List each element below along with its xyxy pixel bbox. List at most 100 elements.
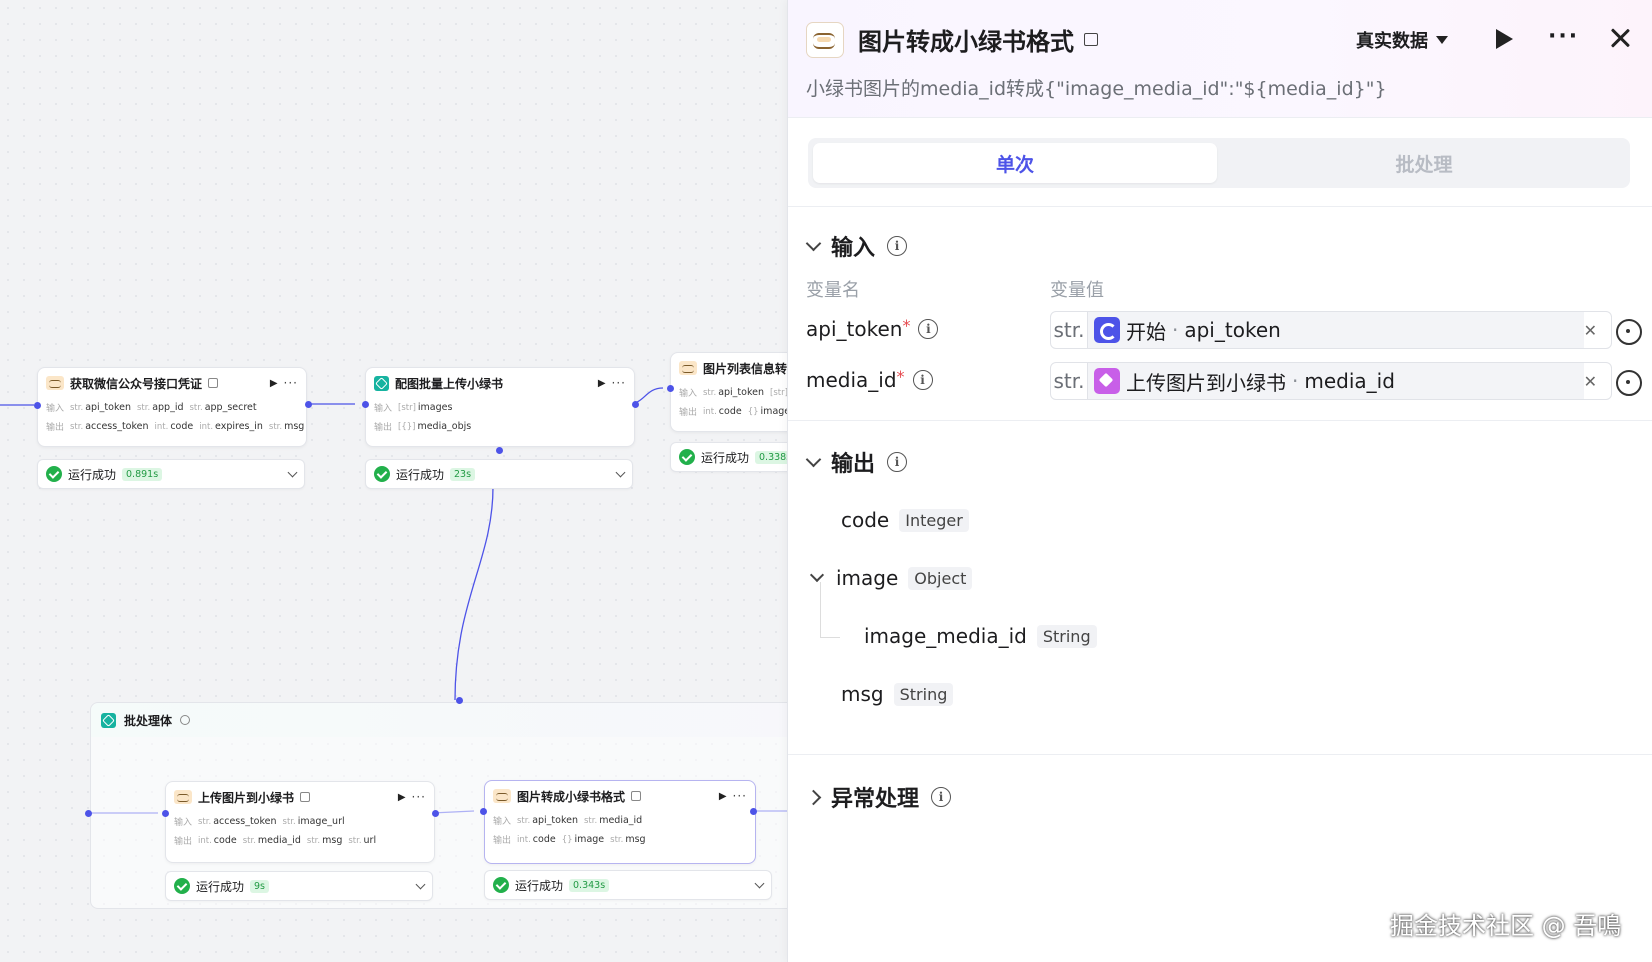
type-badge: Integer	[899, 508, 969, 532]
param: str. media_id	[584, 815, 643, 826]
variable-ref[interactable]: 上传图片到小绿书 · media_id	[1088, 363, 1584, 399]
status-text: 运行成功	[68, 467, 117, 482]
handshake-icon	[46, 376, 64, 390]
variable-picker-icon[interactable]	[1616, 319, 1642, 345]
data-mode-label: 真实数据	[1356, 31, 1428, 52]
node-status-bar[interactable]: 运行成功 0.338s	[670, 442, 787, 472]
media-id-value-field[interactable]: str. 上传图片到小绿书 · media_id ✕	[1050, 362, 1612, 400]
success-icon	[374, 466, 390, 482]
handshake-icon	[493, 789, 511, 803]
duration-badge: 9s	[250, 879, 270, 893]
batch-header: 批处理体	[91, 703, 787, 737]
run-node-icon[interactable]: ▶	[398, 792, 406, 803]
type-badge: Object	[908, 566, 973, 590]
node-outputs: 输出 str. access_token int. code int. expires…	[38, 417, 306, 436]
port-dot[interactable]	[632, 401, 639, 408]
plugin-cube-icon	[1094, 368, 1120, 394]
info-icon[interactable]: i	[887, 236, 908, 256]
chevron-down-icon[interactable]	[754, 878, 765, 888]
node-title: 配图批量上传小绿书	[395, 376, 504, 391]
port-dot[interactable]	[750, 808, 757, 815]
chevron-down-icon	[805, 235, 822, 251]
port-dot[interactable]	[456, 697, 463, 704]
outputs-label: 输出	[174, 837, 193, 847]
output-section-header[interactable]: 输出 i	[805, 446, 908, 478]
more-icon[interactable]: ···	[284, 376, 298, 390]
ref-separator: ·	[1172, 318, 1179, 342]
param: str. media_id	[242, 835, 301, 846]
run-node-icon[interactable]: ▶	[719, 791, 727, 802]
watermark: 掘金技术社区 @ 吾鳴	[1390, 912, 1622, 940]
status-text: 运行成功	[515, 878, 564, 893]
chevron-down-icon[interactable]	[287, 467, 298, 477]
chevron-down-icon[interactable]	[415, 879, 426, 889]
clear-icon[interactable]: ✕	[1584, 321, 1597, 340]
node-inputs: 输入 [str] images	[366, 398, 634, 417]
success-icon	[46, 466, 62, 482]
play-icon[interactable]	[1496, 29, 1513, 49]
more-icon[interactable]: ···	[612, 376, 626, 390]
node-get-wechat-token[interactable]: 获取微信公众号接口凭证 ▶ ··· 输入 str. api_token str. a…	[37, 367, 307, 447]
port-dot[interactable]	[667, 385, 674, 392]
run-mode-tabs: 单次 批处理	[808, 138, 1630, 188]
required-mark: *	[896, 366, 905, 386]
node-outputs: 输出 int.code {}image	[671, 402, 787, 421]
port-dot[interactable]	[480, 808, 487, 815]
inputs-label: 输入	[493, 817, 512, 827]
node-title: 上传图片到小绿书	[198, 790, 295, 805]
run-node-icon[interactable]: ▶	[270, 378, 278, 389]
variable-ref[interactable]: 开始 · api_token	[1088, 312, 1584, 348]
output-name: image_media_id	[864, 624, 1027, 648]
port-dot[interactable]	[362, 401, 369, 408]
node-status-bar[interactable]: 运行成功 9s	[165, 871, 433, 901]
output-name: code	[841, 508, 890, 532]
close-icon[interactable]	[1608, 26, 1632, 50]
param: str. api_token	[703, 387, 764, 398]
more-icon[interactable]: ···	[1548, 24, 1579, 49]
node-image-to-format[interactable]: 图片转成小绿书格式 ▶ ··· 输入 str. api_token str. med…	[484, 780, 756, 864]
tab-batch[interactable]: 批处理	[1222, 143, 1626, 183]
info-icon[interactable]: i	[887, 452, 908, 472]
tree-line	[820, 637, 840, 638]
port-dot[interactable]	[305, 401, 312, 408]
node-detail-panel: 图片转成小绿书格式 小绿书图片的media_id转成{"image_media_…	[787, 0, 1652, 962]
workflow-canvas[interactable]: 批处理体 获取微信公众号接口凭证 ▶ ··· 输入 str. api_token …	[0, 0, 787, 962]
port-dot[interactable]	[162, 810, 169, 817]
node-image-list-info[interactable]: 图片列表信息转 输入 str. api_token [str] 输出 int. co…	[670, 352, 787, 432]
node-status-bar[interactable]: 运行成功 0.343s	[484, 870, 772, 900]
info-icon[interactable]: i	[918, 319, 939, 339]
info-icon[interactable]: i	[931, 787, 952, 807]
section-title: 异常处理	[831, 787, 920, 812]
tab-single[interactable]: 单次	[813, 143, 1217, 183]
more-icon[interactable]: ···	[733, 789, 747, 803]
data-mode-dropdown[interactable]: 真实数据	[1356, 27, 1448, 53]
input-section-header[interactable]: 输入 i	[805, 230, 908, 262]
error-handling-header[interactable]: 异常处理 i	[805, 781, 952, 813]
node-status-bar[interactable]: 运行成功 0.891s	[37, 459, 305, 489]
port-dot[interactable]	[496, 447, 503, 454]
port-dot[interactable]	[432, 810, 439, 817]
chevron-down-icon[interactable]	[809, 567, 825, 583]
node-upload-image[interactable]: 上传图片到小绿书 ▶ ··· 输入 str. access_token str. i…	[165, 781, 435, 863]
api-token-value-field[interactable]: str. 开始 · api_token ✕	[1050, 311, 1612, 349]
param: [str] images	[398, 402, 453, 413]
chevron-right-icon	[805, 789, 822, 805]
variable-picker-icon[interactable]	[1616, 370, 1642, 396]
param: {}image	[561, 834, 605, 845]
outputs-label: 输出	[493, 836, 512, 846]
inputs-label: 输入	[174, 818, 193, 828]
clear-icon[interactable]: ✕	[1584, 372, 1597, 391]
port-dot[interactable]	[34, 402, 41, 409]
info-icon[interactable]: i	[912, 370, 933, 390]
chevron-down-icon[interactable]	[615, 467, 626, 477]
output-item: code Integer	[841, 508, 969, 532]
required-mark: *	[902, 315, 911, 335]
output-item[interactable]: image Object	[809, 566, 973, 590]
more-icon[interactable]: ···	[412, 790, 426, 804]
node-batch-upload-images[interactable]: 配图批量上传小绿书 ▶ ··· 输入 [str] images 输出 [{}] me…	[365, 367, 635, 447]
run-node-icon[interactable]: ▶	[598, 378, 606, 389]
port-dot[interactable]	[85, 810, 92, 817]
node-title: 图片转成小绿书格式	[517, 789, 626, 804]
node-status-bar[interactable]: 运行成功 23s	[365, 459, 633, 489]
handshake-icon	[806, 22, 844, 58]
